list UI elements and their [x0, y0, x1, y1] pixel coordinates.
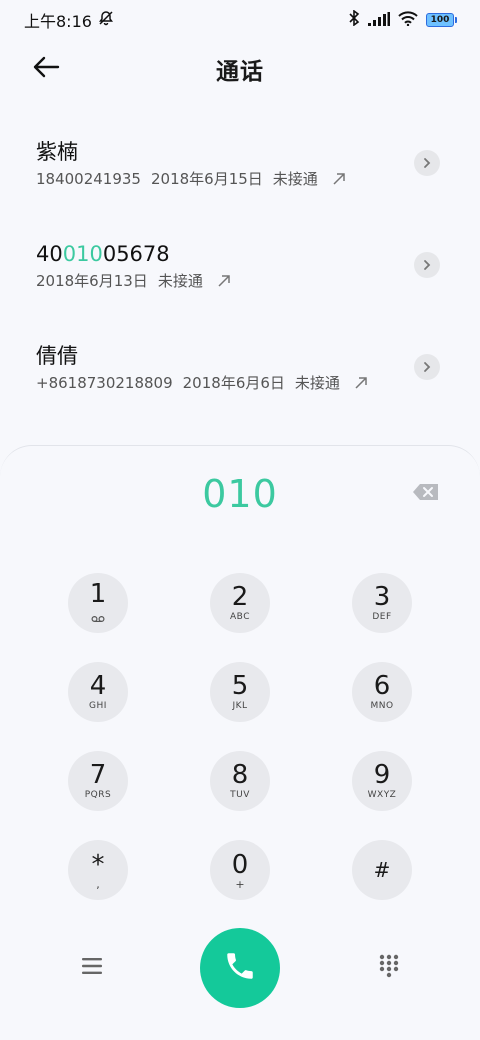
backspace-button[interactable]: [412, 482, 440, 502]
call-status: 未接通: [157, 272, 203, 290]
chevron-right-icon: [422, 154, 432, 173]
name-text: 紫楠: [36, 140, 78, 164]
status-bar: 上午8:16 100: [0, 0, 480, 40]
dialed-number: 010: [202, 472, 278, 516]
key-letters: MNO: [370, 701, 394, 711]
phone-number: 18400241935: [36, 169, 141, 188]
key-letters: ,: [96, 877, 100, 891]
alarm-off-icon: [98, 10, 114, 30]
key-star[interactable]: * ,: [68, 840, 128, 900]
call-log-item[interactable]: 紫楠 18400241935 2018年6月15日 未接通: [0, 110, 480, 212]
key-9[interactable]: 9 WXYZ: [352, 751, 412, 811]
app-header: 通话: [0, 40, 480, 98]
name-match-highlight: 010: [62, 242, 103, 266]
key-letters: DEF: [372, 612, 392, 622]
outgoing-call-icon: [217, 274, 231, 288]
key-digit: 7: [89, 760, 107, 790]
key-8[interactable]: 8 TUV: [210, 751, 270, 811]
name-text: 倩倩: [36, 344, 78, 368]
status-left: 上午8:16: [24, 8, 114, 32]
dialer-screen: 上午8:16 100 通话 紫楠 18400241935 2018年6月15日 …: [0, 0, 480, 1040]
outgoing-call-icon: [332, 172, 346, 186]
key-digit: 2: [231, 582, 249, 612]
arrow-left-icon: [32, 56, 60, 82]
back-button[interactable]: [26, 52, 66, 86]
key-letters: +: [235, 877, 245, 891]
key-letters: JKL: [232, 701, 248, 711]
key-letters: GHI: [89, 701, 107, 711]
key-hash[interactable]: #: [352, 840, 412, 900]
key-5[interactable]: 5 JKL: [210, 662, 270, 722]
voicemail-icon: [91, 608, 105, 627]
battery-icon: 100: [426, 13, 457, 27]
call-meta: 18400241935 2018年6月15日 未接通: [36, 168, 444, 189]
key-0[interactable]: 0 +: [210, 840, 270, 900]
call-log-item[interactable]: 4001005678 2018年6月13日 未接通: [0, 212, 480, 314]
call-date: 2018年6月15日: [150, 170, 263, 188]
keypad-grid: 1 2 ABC 3 DEF 4 GHI 5 JKL 6 MNO 7 PQRS 8…: [68, 573, 412, 900]
key-digit: 5: [231, 671, 249, 701]
call-details-button[interactable]: [414, 354, 440, 380]
chevron-right-icon: [422, 256, 432, 275]
outgoing-call-icon: [354, 376, 368, 390]
key-6[interactable]: 6 MNO: [352, 662, 412, 722]
key-digit: 9: [373, 760, 391, 790]
call-meta: 2018年6月13日 未接通: [36, 270, 444, 291]
call-button[interactable]: [200, 928, 280, 1008]
key-4[interactable]: 4 GHI: [68, 662, 128, 722]
key-digit: 3: [373, 582, 391, 612]
call-date: 2018年6月6日: [182, 374, 285, 392]
call-log-list: 紫楠 18400241935 2018年6月15日 未接通 4001005678…: [0, 110, 480, 416]
key-1[interactable]: 1: [68, 573, 128, 633]
dialpad-sheet: 010 1 2 ABC 3 DEF 4 GHI 5 JKL 6 MNO 7 PQ…: [0, 445, 480, 1040]
dialpad-actions: [0, 928, 480, 1008]
call-status: 未接通: [272, 170, 318, 188]
call-status: 未接通: [294, 374, 340, 392]
key-letters: WXYZ: [367, 790, 397, 800]
key-digit: 8: [231, 760, 249, 790]
phone-icon: [223, 949, 257, 987]
key-7[interactable]: 7 PQRS: [68, 751, 128, 811]
wifi-icon: [398, 10, 418, 30]
key-digit: 0: [231, 849, 249, 880]
status-right: 100: [348, 9, 457, 30]
keypad-toggle-button[interactable]: [376, 954, 402, 982]
key-digit: #: [373, 858, 391, 882]
menu-button[interactable]: [79, 955, 105, 981]
call-log-item[interactable]: 倩倩 +8618730218809 2018年6月6日 未接通: [0, 314, 480, 416]
menu-icon: [81, 957, 103, 979]
bluetooth-icon: [348, 9, 360, 30]
key-letters: TUV: [230, 790, 250, 800]
key-digit: 4: [89, 671, 107, 701]
key-2[interactable]: 2 ABC: [210, 573, 270, 633]
dialpad-grid-icon: [378, 954, 400, 982]
name-text-rest: 05678: [102, 242, 170, 266]
call-details-button[interactable]: [414, 150, 440, 176]
key-3[interactable]: 3 DEF: [352, 573, 412, 633]
backspace-icon: [412, 484, 440, 506]
chevron-right-icon: [422, 358, 432, 377]
phone-number: +8618730218809: [36, 373, 173, 392]
contact-name: 4001005678: [36, 240, 444, 268]
key-digit: 6: [373, 671, 391, 701]
contact-name: 倩倩: [36, 342, 444, 370]
key-letters: PQRS: [84, 790, 112, 800]
key-digit: 1: [89, 578, 107, 609]
key-letters: ABC: [230, 612, 250, 622]
call-meta: +8618730218809 2018年6月6日 未接通: [36, 372, 444, 393]
call-date: 2018年6月13日: [36, 272, 148, 290]
call-details-button[interactable]: [414, 252, 440, 278]
signal-icon: [368, 11, 390, 30]
name-text: 40: [36, 242, 63, 266]
contact-name: 紫楠: [36, 138, 444, 166]
status-time: 上午8:16: [24, 12, 92, 31]
key-digit: *: [91, 849, 105, 880]
page-title: 通话: [216, 59, 264, 85]
